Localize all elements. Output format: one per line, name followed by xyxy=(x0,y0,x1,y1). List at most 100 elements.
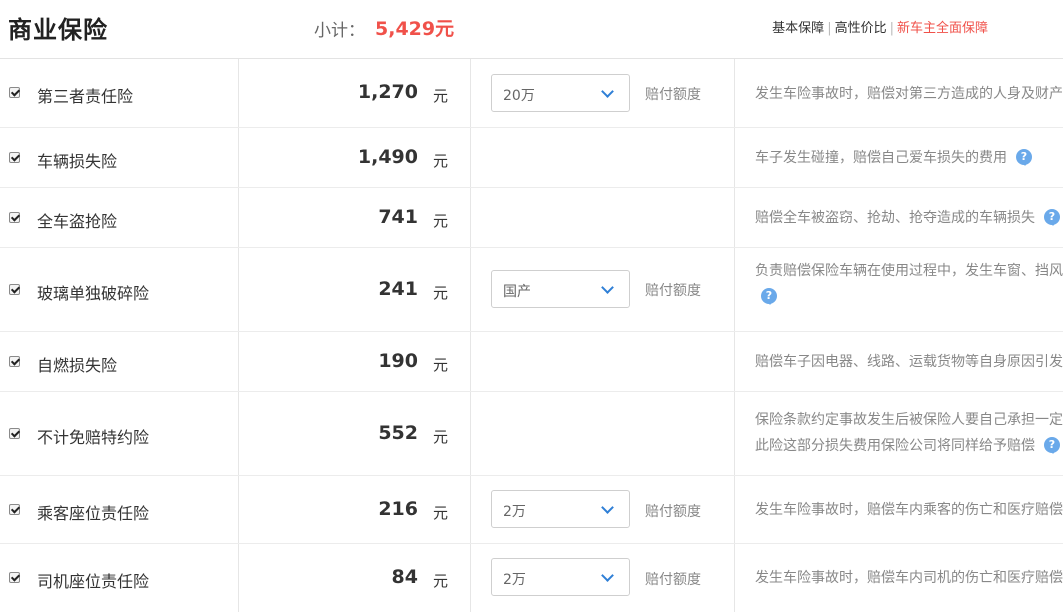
column-divider xyxy=(470,476,471,543)
insurance-name: 全车盗抢险 xyxy=(37,212,118,231)
question-mark-icon[interactable]: ? xyxy=(1016,149,1032,166)
price-unit: 元 xyxy=(433,284,449,302)
coverage-select-value: 2万 xyxy=(503,572,526,588)
description-line: 赔偿车子因电器、线路、运载货物等自身原因引发 xyxy=(755,354,1063,370)
column-divider xyxy=(238,544,239,612)
column-divider xyxy=(238,188,239,247)
insurance-name: 车辆损失险 xyxy=(37,152,118,171)
coverage-select-value: 2万 xyxy=(503,504,526,520)
row-checkbox[interactable] xyxy=(9,504,20,515)
link-new-owner[interactable]: 新车主全面保障 xyxy=(897,21,988,36)
insurance-name: 玻璃单独破碎险 xyxy=(37,284,150,303)
chevron-down-icon xyxy=(601,281,614,294)
insurance-description: 发生车险事故时，赔偿车内司机的伤亡和医疗赔偿 xyxy=(755,565,1063,591)
insurance-price: 1,490 xyxy=(357,146,418,168)
insurance-description: 负责赔偿保险车辆在使用过程中，发生车窗、挡风? xyxy=(755,258,1063,310)
column-divider xyxy=(734,476,735,543)
payout-label: 赔付额度 xyxy=(645,504,701,520)
insurance-price: 241 xyxy=(378,278,418,300)
question-mark-icon[interactable]: ? xyxy=(1044,437,1060,454)
description-line: 保险条款约定事故发生后被保险人要自己承担一定 xyxy=(755,412,1063,428)
column-divider xyxy=(734,128,735,187)
description-line: 发生车险事故时，赔偿对第三方造成的人身及财产 xyxy=(755,86,1063,102)
insurance-price: 84 xyxy=(391,566,418,588)
insurance-price: 741 xyxy=(378,206,418,228)
price-unit: 元 xyxy=(433,504,449,522)
column-divider xyxy=(238,476,239,543)
insurance-name: 乘客座位责任险 xyxy=(37,504,150,523)
price-unit: 元 xyxy=(433,428,449,446)
link-value[interactable]: 高性价比 xyxy=(835,21,887,36)
description-line: 负责赔偿保险车辆在使用过程中，发生车窗、挡风 xyxy=(755,263,1063,279)
coverage-select-value: 20万 xyxy=(503,88,535,104)
column-divider xyxy=(238,128,239,187)
chevron-down-icon xyxy=(601,569,614,582)
column-divider xyxy=(470,248,471,331)
origin-select[interactable]: 国产 xyxy=(491,270,630,308)
link-separator: | xyxy=(889,21,894,36)
description-line: 赔偿全车被盗窃、抢劫、抢夺造成的车辆损失 xyxy=(755,210,1035,226)
payout-label: 赔付额度 xyxy=(645,87,701,103)
question-mark-icon[interactable]: ? xyxy=(761,288,777,305)
column-divider xyxy=(470,332,471,391)
subtotal-value: 5,429元 xyxy=(375,18,455,40)
column-divider xyxy=(470,544,471,612)
header: 商业保险 小计： 5,429元 基本保障 | 高性价比 | 新车主全面保障 xyxy=(0,0,1063,59)
price-unit: 元 xyxy=(433,212,449,230)
insurance-price: 1,270 xyxy=(357,81,418,103)
insurance-row: 车辆损失险 1,490 元 车子发生碰撞，赔偿自己爱车损失的费用? xyxy=(0,128,1063,188)
insurance-row: 第三者责任险 1,270 元 20万 赔付额度 发生车险事故时，赔偿对第三方造成… xyxy=(0,59,1063,128)
insurance-description: 发生车险事故时，赔偿对第三方造成的人身及财产 xyxy=(755,81,1063,107)
column-divider xyxy=(734,544,735,612)
insurance-price: 216 xyxy=(378,498,418,520)
origin-select-value: 国产 xyxy=(503,284,531,300)
column-divider xyxy=(470,392,471,475)
price-unit: 元 xyxy=(433,572,449,590)
plan-links: 基本保障 | 高性价比 | 新车主全面保障 xyxy=(772,17,988,36)
column-divider xyxy=(470,188,471,247)
column-divider xyxy=(238,248,239,331)
insurance-description: 保险条款约定事故发生后被保险人要自己承担一定 此险这部分损失费用保险公司将同样给予… xyxy=(755,407,1063,459)
link-basic[interactable]: 基本保障 xyxy=(772,21,824,36)
insurance-name: 不计免赔特约险 xyxy=(37,428,150,447)
question-mark-icon[interactable]: ? xyxy=(1044,209,1060,226)
coverage-select[interactable]: 2万 xyxy=(491,558,630,596)
insurance-row: 自燃损失险 190 元 赔偿车子因电器、线路、运载货物等自身原因引发 xyxy=(0,332,1063,392)
insurance-description: 车子发生碰撞，赔偿自己爱车损失的费用? xyxy=(755,145,1032,171)
column-divider xyxy=(470,128,471,187)
description-line: 发生车险事故时，赔偿车内乘客的伤亡和医疗赔偿 xyxy=(755,502,1063,518)
description-line: 此险这部分损失费用保险公司将同样给予赔偿 xyxy=(755,438,1035,454)
column-divider xyxy=(470,59,471,127)
column-divider xyxy=(734,59,735,127)
column-divider xyxy=(734,392,735,475)
insurance-name: 司机座位责任险 xyxy=(37,572,150,591)
row-checkbox[interactable] xyxy=(9,572,20,583)
row-checkbox[interactable] xyxy=(9,356,20,367)
payout-label: 赔付额度 xyxy=(645,283,701,299)
insurance-name: 第三者责任险 xyxy=(37,87,134,106)
price-unit: 元 xyxy=(433,356,449,374)
row-checkbox[interactable] xyxy=(9,152,20,163)
column-divider xyxy=(734,188,735,247)
insurance-price: 552 xyxy=(378,422,418,444)
coverage-select[interactable]: 20万 xyxy=(491,74,630,112)
insurance-list: 第三者责任险 1,270 元 20万 赔付额度 发生车险事故时，赔偿对第三方造成… xyxy=(0,59,1063,612)
insurance-description: 发生车险事故时，赔偿车内乘客的伤亡和医疗赔偿 xyxy=(755,497,1063,523)
payout-label: 赔付额度 xyxy=(645,572,701,588)
row-checkbox[interactable] xyxy=(9,87,20,98)
column-divider xyxy=(238,59,239,127)
coverage-select[interactable]: 2万 xyxy=(491,490,630,528)
insurance-row: 司机座位责任险 84 元 2万 赔付额度 发生车险事故时，赔偿车内司机的伤亡和医… xyxy=(0,544,1063,612)
row-checkbox[interactable] xyxy=(9,428,20,439)
column-divider xyxy=(734,332,735,391)
row-checkbox[interactable] xyxy=(9,212,20,223)
chevron-down-icon xyxy=(601,501,614,514)
subtotal-label: 小计： xyxy=(314,21,365,41)
row-checkbox[interactable] xyxy=(9,284,20,295)
price-unit: 元 xyxy=(433,87,449,105)
description-line: 车子发生碰撞，赔偿自己爱车损失的费用 xyxy=(755,150,1007,166)
column-divider xyxy=(734,248,735,331)
price-unit: 元 xyxy=(433,152,449,170)
insurance-row: 全车盗抢险 741 元 赔偿全车被盗窃、抢劫、抢夺造成的车辆损失? xyxy=(0,188,1063,248)
insurance-name: 自燃损失险 xyxy=(37,356,118,375)
